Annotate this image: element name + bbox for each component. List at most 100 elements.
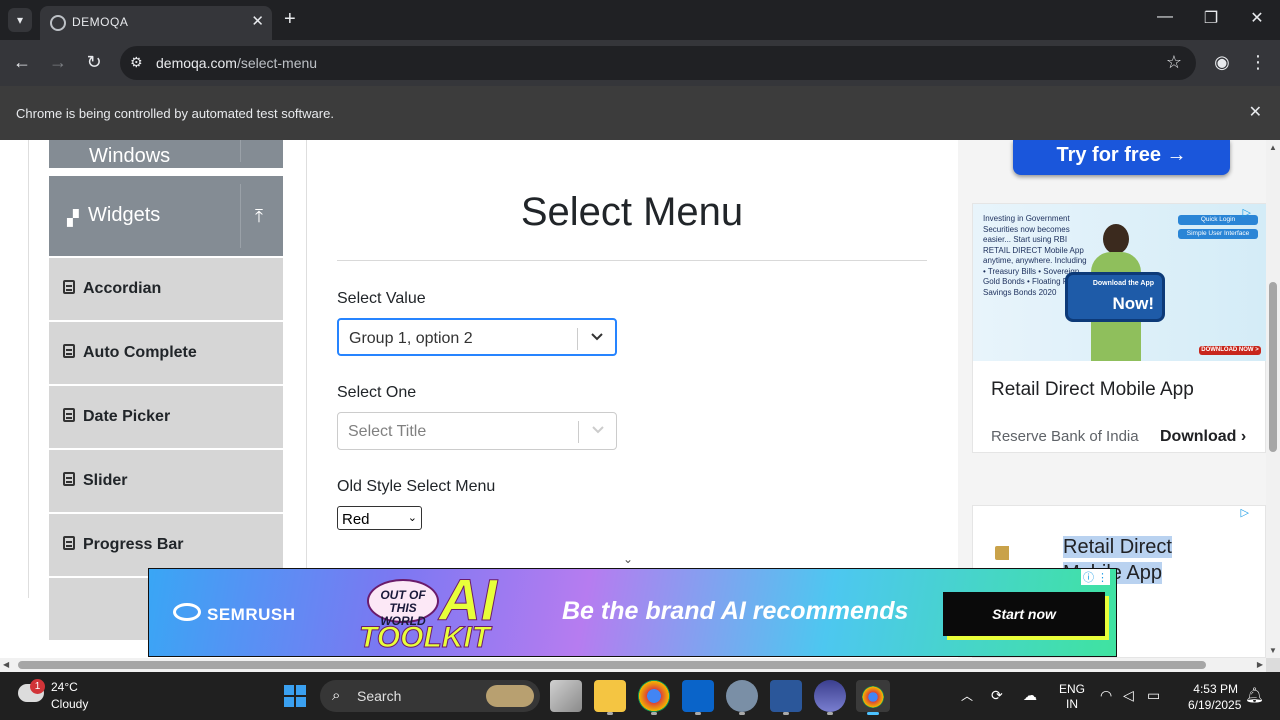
scroll-down-icon[interactable]: ▼	[1269, 646, 1277, 655]
reload-button[interactable]: ↻	[83, 52, 105, 73]
scrollbar-thumb[interactable]	[1269, 282, 1277, 452]
scroll-up-icon[interactable]: ▲	[1269, 143, 1277, 152]
chevron-down-icon[interactable]	[590, 329, 604, 343]
minimize-button[interactable]: —	[1150, 8, 1180, 26]
divider	[28, 140, 29, 598]
chevron-down-icon[interactable]	[591, 422, 605, 436]
rbi-logo	[995, 546, 1047, 560]
sidebar-item-accordian[interactable]: Accordian	[49, 258, 283, 320]
eclipse-icon[interactable]	[814, 680, 846, 715]
select-one-dropdown[interactable]: Select Title	[337, 412, 617, 450]
ad-card[interactable]: Investing in Government Securities now b…	[972, 203, 1266, 453]
speaker-icon[interactable]: ◁	[1123, 687, 1134, 704]
page-title: Select Menu	[520, 190, 744, 234]
outlook-icon[interactable]	[682, 680, 714, 715]
close-window-button[interactable]: ✕	[1242, 8, 1272, 28]
sync-icon[interactable]: ⟳	[991, 687, 1003, 704]
chrome-icon[interactable]	[638, 680, 670, 715]
semrush-logo: SEMRUSH	[173, 603, 296, 625]
adchoices-icon[interactable]: ▷	[1241, 506, 1249, 519]
language-indicator[interactable]: ENG IN	[1059, 682, 1085, 712]
chevron-up-icon[interactable]: ︿	[961, 687, 973, 704]
list-icon	[63, 344, 75, 358]
weather-condition[interactable]: Cloudy	[51, 697, 88, 711]
new-tab-button[interactable]: +	[284, 9, 296, 29]
vertical-scrollbar[interactable]: ▲ ▼	[1266, 140, 1280, 658]
horizontal-scrollbar[interactable]: ◀ ▶	[0, 658, 1266, 672]
ad-phone-graphic: Download the App Now!	[1065, 272, 1165, 322]
toolkit-graphic: TOOLKIT	[358, 621, 491, 655]
select-value-dropdown[interactable]: Group 1, option 2	[337, 318, 617, 356]
collapse-arrow-icon[interactable]: ⤒	[255, 206, 263, 227]
sidebar-item-slider[interactable]: Slider	[49, 450, 283, 512]
wifi-icon[interactable]: ◠	[1100, 687, 1112, 704]
site-info-icon[interactable]: ⚙	[130, 54, 143, 71]
back-button[interactable]: ←	[11, 52, 33, 73]
temperature[interactable]: 24°C	[51, 680, 78, 694]
divider	[240, 184, 241, 248]
start-now-button[interactable]: Start now	[943, 592, 1105, 636]
adchoices-icon[interactable]: ▷	[1243, 206, 1251, 219]
url-text: demoqa.com/select-menu	[156, 55, 318, 71]
onedrive-icon[interactable]: ☁	[1023, 687, 1037, 704]
tab-search-button[interactable]: ▾	[8, 8, 32, 32]
scroll-left-icon[interactable]: ◀	[3, 660, 9, 669]
restore-button[interactable]: ❐	[1196, 8, 1226, 28]
settings-gear-icon[interactable]	[726, 680, 758, 715]
banner-ad[interactable]: SEMRUSH OUT OF THIS WORLD AI TOOLKIT Be …	[148, 568, 1117, 657]
list-icon	[63, 408, 75, 422]
ad-info-icon[interactable]: ⓘ ⋮	[1080, 569, 1110, 585]
divider	[337, 260, 927, 261]
search-highlight-icon	[486, 685, 534, 707]
ad-download-link[interactable]: Download ›	[1160, 428, 1246, 446]
file-explorer-icon[interactable]	[594, 680, 626, 715]
divider	[240, 140, 241, 162]
divider	[577, 328, 578, 350]
select-value-label: Select Value	[337, 290, 426, 307]
select-one-label: Select One	[337, 384, 417, 401]
sidebar-group-windows[interactable]: Windows	[49, 140, 283, 168]
group-label: Windows	[89, 145, 171, 167]
search-icon: ⌕	[332, 687, 341, 704]
old-style-label: Old Style Select Menu	[337, 478, 496, 495]
taskbar: 1 24°C Cloudy ⌕ Search ︿ ⟳ ☁ ENG IN ◠ ◁ ▭…	[0, 672, 1280, 720]
ad-headline[interactable]: Retail Direct Mobile App	[991, 379, 1194, 401]
old-style-select[interactable]: Red ⌄	[337, 506, 422, 530]
infobar-close-icon[interactable]: ✕	[1249, 102, 1262, 122]
tab-close-icon[interactable]: ✕	[251, 12, 264, 30]
ad-download-badge: DOWNLOAD NOW >	[1199, 346, 1261, 355]
windows-start-icon[interactable]	[284, 685, 306, 707]
sidebar-item-auto-complete[interactable]: Auto Complete	[49, 322, 283, 384]
chrome-active-icon[interactable]	[856, 680, 890, 715]
select-placeholder: Select Title	[348, 423, 427, 440]
divider	[578, 421, 579, 443]
scroll-right-icon[interactable]: ▶	[1257, 660, 1263, 669]
profile-icon[interactable]: ◉	[1211, 52, 1233, 73]
ad-badge: Simple User Interface	[1178, 229, 1258, 239]
list-icon	[63, 280, 75, 294]
automation-infobar: Chrome is being controlled by automated …	[0, 86, 1280, 140]
bookmark-star-icon[interactable]: ☆	[1166, 52, 1182, 73]
ad-image[interactable]: Investing in Government Securities now b…	[973, 204, 1266, 361]
tab-title: DEMOQA	[72, 15, 129, 29]
try-for-free-button[interactable]: Try for free →	[1013, 140, 1230, 175]
widgets-icon: ▞	[67, 210, 79, 227]
sidebar-item-label: Date Picker	[83, 408, 171, 425]
task-view-icon[interactable]	[550, 680, 582, 712]
word-icon[interactable]	[770, 680, 802, 715]
forward-button[interactable]: →	[47, 52, 69, 73]
notification-bell-icon[interactable]: 🔔︎	[1245, 686, 1264, 704]
taskbar-search[interactable]: ⌕ Search	[320, 680, 540, 712]
menu-kebab-icon[interactable]: ⋮	[1247, 52, 1269, 73]
battery-icon[interactable]: ▭	[1147, 687, 1160, 704]
sidebar-item-date-picker[interactable]: Date Picker	[49, 386, 283, 448]
list-icon	[63, 536, 75, 550]
divider	[306, 140, 307, 598]
clock[interactable]: 4:53 PM 6/19/2025	[1188, 681, 1241, 713]
sidebar-item-progress-bar[interactable]: Progress Bar	[49, 514, 283, 576]
scrollbar-thumb[interactable]	[18, 661, 1206, 669]
address-bar[interactable]: ⚙ demoqa.com/select-menu ☆	[120, 46, 1196, 80]
ad-badge: OUT OF THIS WORLD	[367, 579, 439, 628]
browser-tab[interactable]: DEMOQA ✕	[40, 6, 272, 40]
sidebar-group-widgets[interactable]: ▞ Widgets ⤒	[49, 176, 283, 256]
